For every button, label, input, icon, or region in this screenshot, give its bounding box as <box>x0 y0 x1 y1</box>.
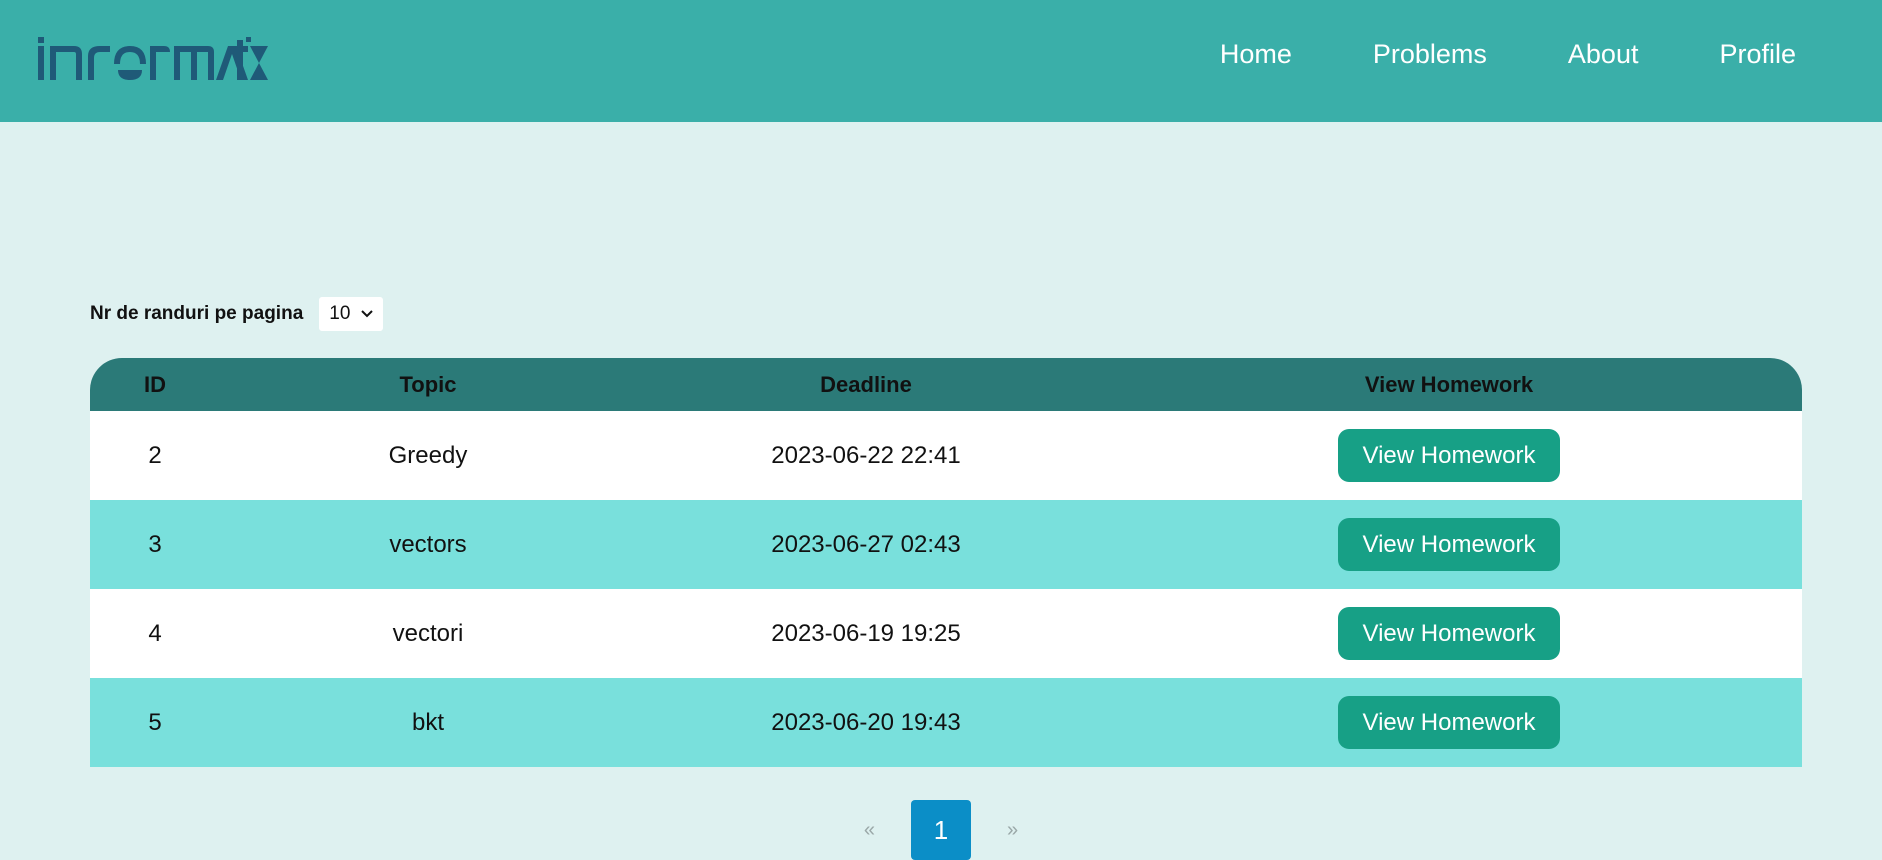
table-row: 5 bkt 2023-06-20 19:43 View Homework <box>90 678 1802 767</box>
table-header-row: ID Topic Deadline View Homework <box>90 358 1802 411</box>
homework-table: ID Topic Deadline View Homework 2 Greedy… <box>90 358 1802 767</box>
nav-links: Home Problems About Profile <box>1139 0 1796 108</box>
cell-view: View Homework <box>1096 589 1802 678</box>
rows-per-page-label: Nr de randuri pe pagina <box>90 303 304 324</box>
cell-view: View Homework <box>1096 500 1802 589</box>
nav-problems-link[interactable]: Problems <box>1373 39 1487 70</box>
pagination-next-button[interactable]: » <box>1007 819 1018 842</box>
header-id: ID <box>144 371 166 397</box>
header-topic: Topic <box>399 371 457 397</box>
cell-topic: bkt <box>411 708 444 736</box>
pagination-prev-button[interactable]: « <box>864 819 875 842</box>
top-navbar: Home Problems About Profile <box>0 0 1882 122</box>
cell-view: View Homework <box>1096 678 1802 767</box>
cell-topic: Greedy <box>388 441 468 469</box>
pagination-page-1[interactable]: 1 <box>911 800 971 860</box>
informatix-logo[interactable] <box>38 34 268 84</box>
cell-id: 4 <box>148 619 162 647</box>
table-row: 3 vectors 2023-06-27 02:43 View Homework <box>90 500 1802 589</box>
cell-id: 3 <box>148 530 162 558</box>
header-view-homework: View Homework <box>1364 371 1534 397</box>
cell-deadline: 2023-06-20 19:43 <box>771 708 961 736</box>
table-row: 4 vectori 2023-06-19 19:25 View Homework <box>90 589 1802 678</box>
view-homework-button[interactable]: View Homework <box>1338 518 1560 571</box>
view-homework-button[interactable]: View Homework <box>1338 429 1560 482</box>
cell-deadline: 2023-06-19 19:25 <box>771 619 961 647</box>
rows-per-page-value: 10 <box>329 303 351 324</box>
cell-topic: vectors <box>389 530 467 558</box>
nav-about-link[interactable]: About <box>1568 39 1639 70</box>
view-homework-button[interactable]: View Homework <box>1338 607 1560 660</box>
table-row: 2 Greedy 2023-06-22 22:41 View Homework <box>90 411 1802 500</box>
cell-id: 5 <box>148 708 162 736</box>
nav-home-link[interactable]: Home <box>1220 39 1292 70</box>
pagination: « 1 » <box>0 800 1882 860</box>
header-deadline: Deadline <box>820 371 912 397</box>
cell-id: 2 <box>148 441 162 469</box>
rows-per-page-control: Nr de randuri pe pagina 10 <box>90 297 384 331</box>
cell-deadline: 2023-06-27 02:43 <box>771 530 961 558</box>
rows-per-page-select[interactable]: 10 <box>319 297 384 331</box>
cell-view: View Homework <box>1096 411 1802 500</box>
nav-profile-link[interactable]: Profile <box>1719 39 1796 70</box>
cell-topic: vectori <box>392 619 464 647</box>
view-homework-button[interactable]: View Homework <box>1338 696 1560 749</box>
chevron-down-icon <box>361 310 373 318</box>
cell-deadline: 2023-06-22 22:41 <box>771 441 961 469</box>
